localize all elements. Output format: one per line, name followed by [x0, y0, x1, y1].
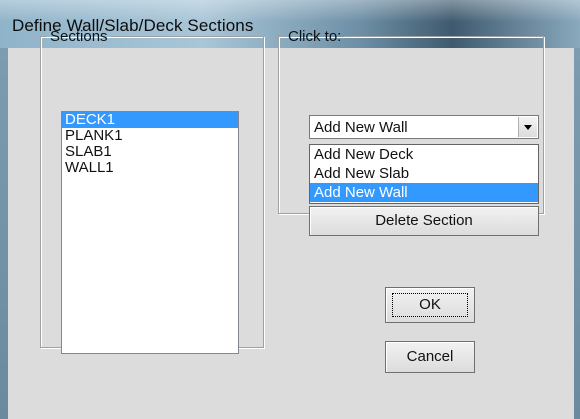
delete-section-button[interactable]: Delete Section	[309, 206, 539, 236]
chevron-down-icon	[524, 124, 532, 130]
window-frame-right	[574, 48, 580, 419]
option-add-new-deck[interactable]: Add New Deck	[310, 145, 538, 164]
window-title: Define Wall/Slab/Deck Sections	[12, 16, 254, 35]
sections-listbox[interactable]: DECK1 PLANK1 SLAB1 WALL1	[61, 111, 239, 354]
section-item-slab1[interactable]: SLAB1	[62, 144, 238, 160]
section-item-plank1[interactable]: PLANK1	[62, 128, 238, 144]
combobox-arrow-button[interactable]	[518, 117, 537, 137]
ok-button[interactable]: OK	[385, 287, 475, 323]
section-item-wall1[interactable]: WALL1	[62, 160, 238, 176]
option-add-new-slab[interactable]: Add New Slab	[310, 164, 538, 183]
cancel-button[interactable]: Cancel	[385, 341, 475, 373]
combobox-value: Add New Wall	[314, 119, 408, 136]
click-to-legend: Click to:	[288, 28, 342, 45]
focus-rectangle	[392, 293, 468, 317]
section-type-dropdown-list[interactable]: Add New Deck Add New Slab Add New Wall	[309, 144, 539, 204]
section-type-combobox[interactable]: Add New Wall	[309, 115, 539, 139]
window-frame-left	[0, 48, 8, 419]
option-add-new-wall[interactable]: Add New Wall	[310, 183, 538, 202]
section-item-deck1[interactable]: DECK1	[62, 112, 238, 128]
